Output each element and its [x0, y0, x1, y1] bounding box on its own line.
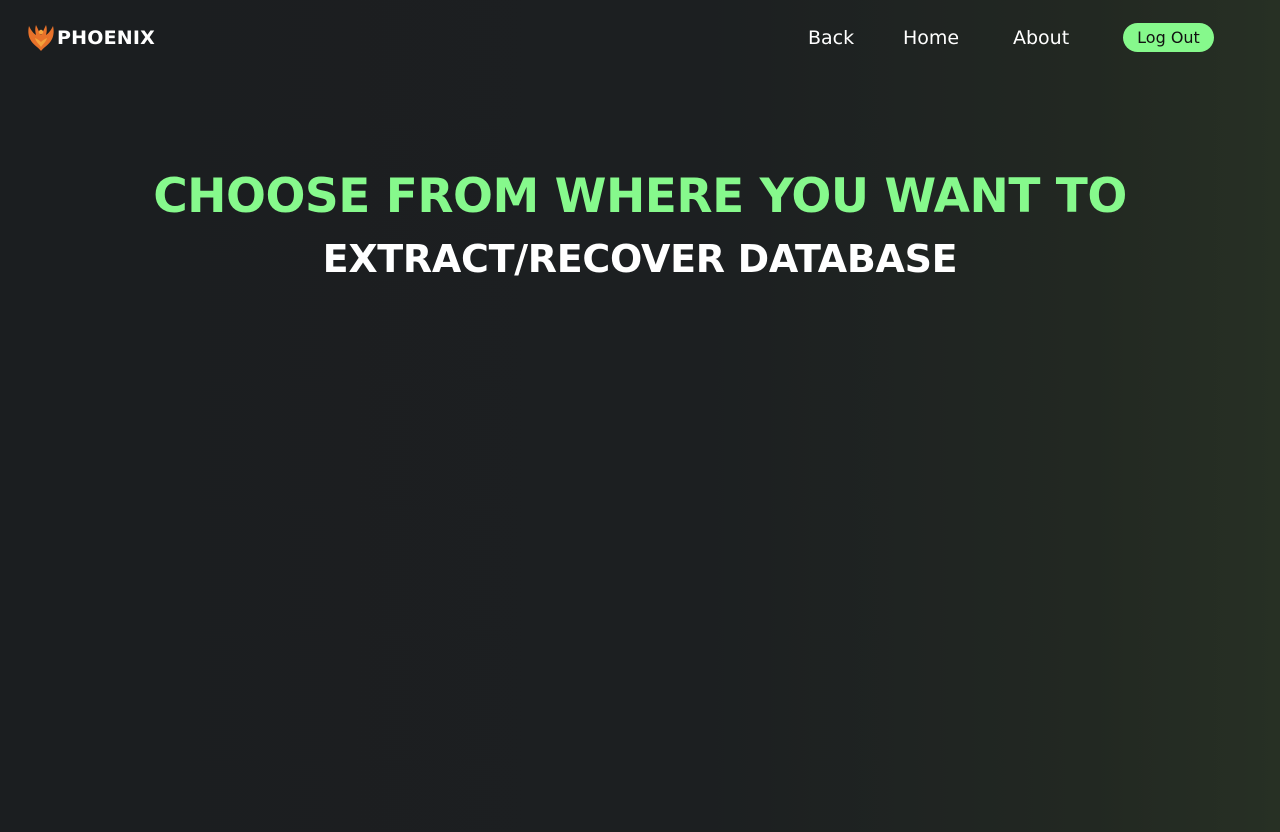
nav-home-link[interactable]: Home	[903, 25, 959, 51]
page-subheadline: EXTRACT/RECOVER DATABASE	[322, 236, 958, 281]
logout-button[interactable]: Log Out	[1123, 23, 1214, 52]
nav-back-link[interactable]: Back	[808, 25, 854, 51]
brand-logo-link[interactable]: PHOENIX	[27, 22, 155, 54]
phoenix-logo-icon	[28, 25, 54, 51]
brand-name: PHOENIX	[57, 27, 155, 49]
page-headline: CHOOSE FROM WHERE YOU WANT TO	[153, 169, 1127, 225]
navbar: PHOENIX Back Home About Log Out	[0, 0, 1280, 76]
nav-about-link[interactable]: About	[1013, 25, 1069, 51]
